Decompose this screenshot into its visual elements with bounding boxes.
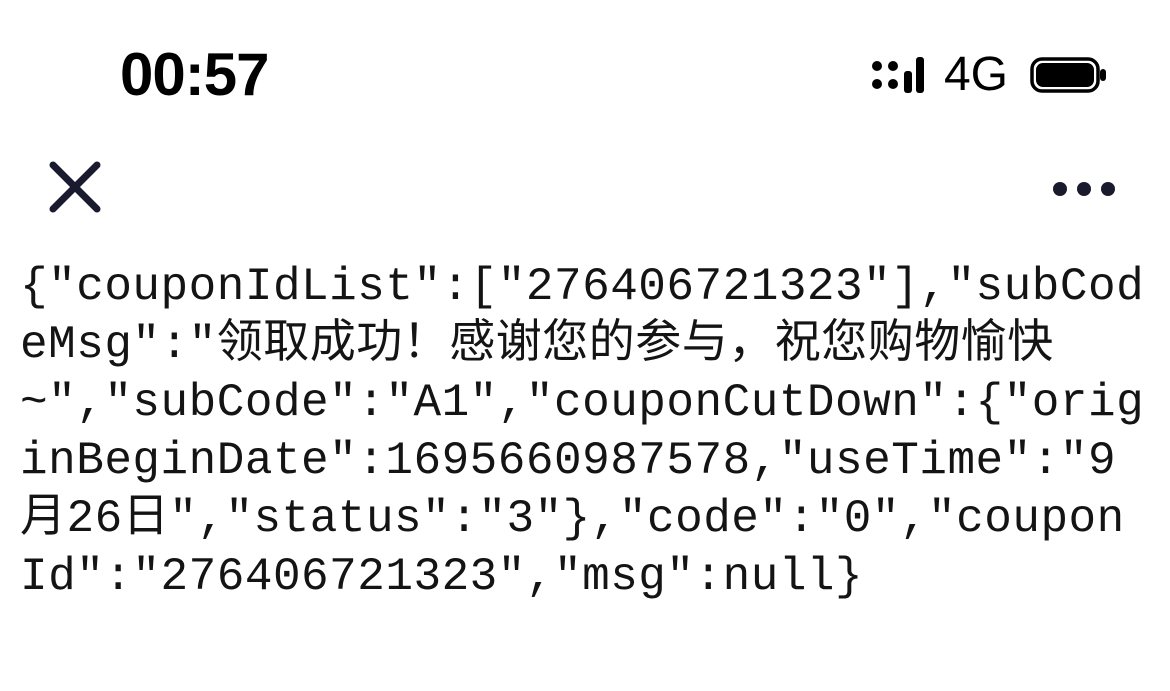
close-icon bbox=[47, 159, 103, 220]
json-response-body: {"couponIdList":["276406721323"],"subCod… bbox=[0, 259, 1170, 607]
status-right: 4G bbox=[870, 47, 1110, 102]
close-button[interactable] bbox=[45, 159, 105, 219]
status-time: 00:57 bbox=[120, 40, 268, 109]
battery-icon bbox=[1030, 56, 1110, 94]
more-icon-dot bbox=[1101, 182, 1115, 196]
more-icon-dot bbox=[1053, 182, 1067, 196]
network-label: 4G bbox=[944, 47, 1008, 102]
nav-bar bbox=[0, 139, 1170, 259]
status-bar: 00:57 4G bbox=[0, 0, 1170, 139]
signal-icon bbox=[870, 55, 926, 95]
more-icon-dot bbox=[1077, 182, 1091, 196]
more-button[interactable] bbox=[1053, 182, 1125, 196]
